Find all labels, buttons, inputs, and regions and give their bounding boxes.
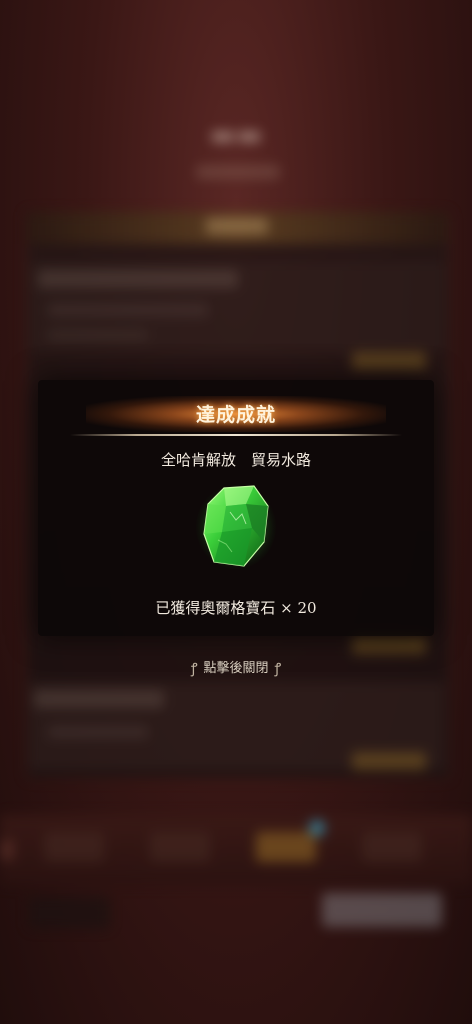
background-subtitle-blur bbox=[196, 165, 280, 179]
close-hint-label: 點擊後關閉 bbox=[203, 661, 269, 676]
background-gold-button bbox=[352, 752, 426, 770]
reward-text: 已獲得奧爾格寶石 × 20 bbox=[155, 599, 317, 617]
ornament-left-icon: ꝭ bbox=[190, 661, 198, 677]
background-side-arrow bbox=[0, 840, 14, 860]
background-tab bbox=[362, 832, 422, 862]
title-divider bbox=[70, 434, 402, 436]
background-row-bar bbox=[48, 330, 148, 340]
tap-to-close-hint[interactable]: ꝭ 點擊後關閉 ꝭ bbox=[0, 657, 472, 678]
background-tab bbox=[150, 832, 210, 862]
background-gold-button bbox=[352, 352, 426, 370]
background-tab bbox=[256, 832, 316, 862]
background-header-label bbox=[206, 218, 268, 234]
background-tab bbox=[44, 832, 104, 862]
background-gold-button bbox=[352, 636, 426, 654]
background-notification-badge bbox=[309, 820, 325, 836]
background-row-bar bbox=[48, 726, 148, 738]
achievement-name: 全哈肯解放 貿易水路 bbox=[160, 451, 311, 469]
background-row-bar bbox=[34, 690, 164, 708]
background-row-bar bbox=[48, 304, 208, 316]
green-gem-icon bbox=[196, 482, 276, 570]
modal-title: 達成成就 bbox=[195, 404, 276, 426]
background-row-bar bbox=[38, 270, 238, 288]
background-left-button bbox=[28, 897, 110, 929]
game-screen[interactable]: ▬▬ 達成成就 全哈肯解放 貿易水路 已獲得奧爾格寶石 × 20 ꝭ 點擊後關閉… bbox=[0, 0, 472, 1024]
ornament-right-icon: ꝭ bbox=[274, 661, 282, 677]
background-title-blur: ▬▬ bbox=[209, 118, 263, 151]
background-right-button bbox=[322, 893, 442, 927]
